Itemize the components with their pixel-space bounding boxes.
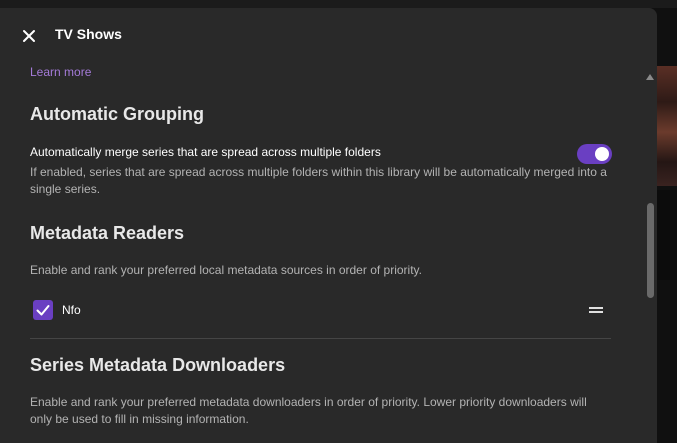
series-downloaders-description: Enable and rank your preferred metadata … — [30, 395, 587, 426]
auto-merge-description: If enabled, series that are spread acros… — [30, 165, 607, 196]
nfo-checkbox[interactable] — [33, 300, 53, 320]
drag-handle-icon[interactable] — [589, 307, 603, 313]
scrollbar-thumb[interactable] — [647, 203, 654, 298]
checkmark-icon — [36, 305, 50, 316]
dialog-title: TV Shows — [55, 26, 122, 42]
background-poster — [657, 66, 677, 186]
auto-merge-label: Automatically merge series that are spre… — [30, 145, 381, 159]
close-button[interactable] — [18, 25, 40, 47]
scroll-up-arrow-icon[interactable] — [645, 68, 655, 80]
learn-more-link[interactable]: Learn more — [30, 65, 91, 79]
nfo-label: Nfo — [62, 303, 81, 317]
toggle-knob — [595, 147, 609, 161]
dialog-header: TV Shows — [0, 8, 657, 60]
metadata-reader-row: Nfo — [30, 298, 611, 339]
dialog-content: Learn more Automatic Grouping Automatica… — [0, 60, 643, 443]
library-settings-dialog: TV Shows Learn more Automatic Grouping A… — [0, 8, 657, 443]
close-icon — [23, 30, 35, 42]
series-downloaders-heading: Series Metadata Downloaders — [30, 355, 286, 375]
auto-merge-toggle[interactable] — [577, 144, 612, 164]
background-poster-dark — [657, 190, 677, 280]
backdrop-top-bar — [0, 0, 677, 8]
automatic-grouping-heading: Automatic Grouping — [30, 104, 204, 124]
metadata-readers-description: Enable and rank your preferred local met… — [30, 263, 422, 277]
metadata-readers-heading: Metadata Readers — [30, 223, 185, 243]
